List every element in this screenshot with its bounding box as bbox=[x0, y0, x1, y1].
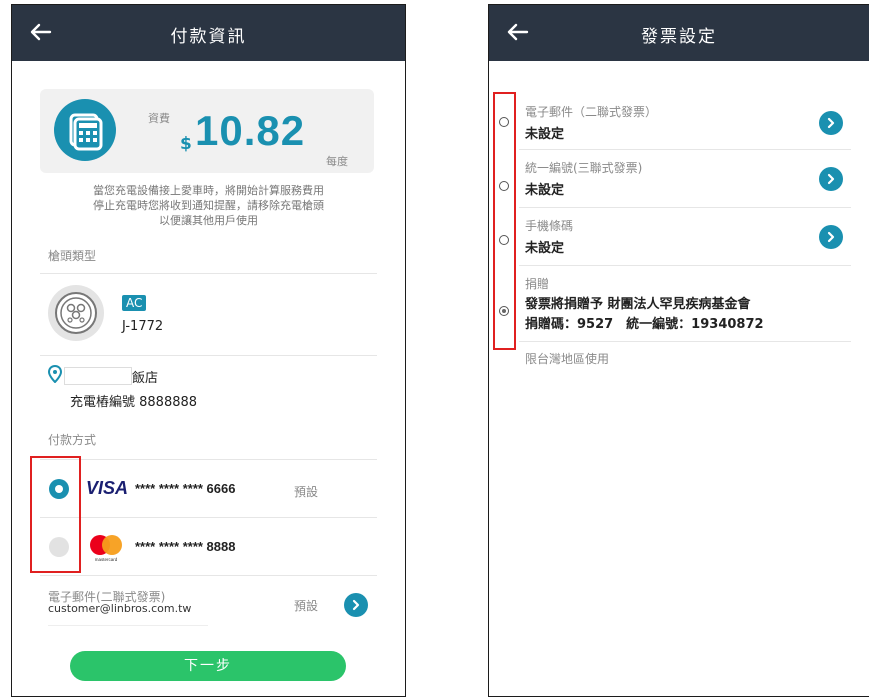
donation-line-2: 捐贈碼：9527 統一編號：19340872 bbox=[525, 317, 764, 332]
notice-line-1: 當您充電設備接上愛車時，將開始計算服務費用 bbox=[93, 184, 324, 197]
chevron-right-icon[interactable] bbox=[819, 167, 843, 191]
divider bbox=[40, 575, 377, 576]
donation-line-1: 發票將捐贈予 財團法人罕見疾病基金會 bbox=[525, 297, 751, 312]
mastercard-logo-icon: mastercard bbox=[90, 535, 122, 562]
chevron-right-icon[interactable] bbox=[819, 111, 843, 135]
connector-icon bbox=[48, 285, 104, 341]
divider bbox=[40, 273, 377, 274]
divider bbox=[519, 207, 851, 208]
payment-info-screen: 付款資訊 資費 $ 10.82 每度 當您充電設備接上愛車時，將開始計算服務費用… bbox=[11, 4, 406, 697]
option-label: 手機條碼 bbox=[525, 219, 574, 233]
svg-text:mastercard: mastercard bbox=[95, 557, 118, 562]
top-bar: 發票設定 bbox=[489, 5, 869, 61]
payment-card-mastercard[interactable]: mastercard **** **** **** 8888 bbox=[40, 519, 374, 575]
payment-section-label: 付款方式 bbox=[48, 433, 97, 447]
invoice-option-mobile-barcode[interactable]: 手機條碼 未設定 bbox=[489, 209, 869, 265]
option-value: 未設定 bbox=[525, 183, 565, 198]
location-name-redacted bbox=[64, 367, 132, 385]
region-footnote: 限台灣地區使用 bbox=[525, 352, 610, 366]
card-number: **** **** **** 6666 bbox=[135, 481, 236, 496]
card-number: **** **** **** 8888 bbox=[135, 539, 236, 554]
page-title: 付款資訊 bbox=[170, 27, 247, 47]
divider bbox=[40, 355, 377, 356]
notice-line-2: 停止充電時您將收到通知提醒，請移除充電槍頭 bbox=[93, 199, 324, 212]
highlight-box bbox=[493, 92, 516, 350]
location-pin-icon bbox=[48, 365, 62, 383]
chevron-right-icon[interactable] bbox=[344, 593, 368, 617]
divider bbox=[519, 149, 851, 150]
location-name: 飯店 bbox=[132, 371, 159, 386]
next-button[interactable]: 下一步 bbox=[70, 651, 346, 681]
default-tag: 預設 bbox=[294, 599, 319, 613]
payment-card-visa[interactable]: VISA **** **** **** 6666 預設 bbox=[40, 463, 374, 517]
calculator-icon bbox=[54, 99, 116, 161]
currency-symbol: $ bbox=[180, 134, 192, 154]
invoice-email: customer@linbros.com.tw bbox=[48, 602, 192, 615]
highlight-box bbox=[30, 456, 81, 573]
fee-card: 資費 $ 10.82 每度 bbox=[40, 89, 374, 173]
fee-label: 資費 bbox=[148, 112, 170, 125]
chevron-right-icon[interactable] bbox=[819, 225, 843, 249]
invoice-option-donation[interactable]: 捐贈 發票將捐贈予 財團法人罕見疾病基金會 捐贈碼：9527 統一編號：1934… bbox=[489, 267, 869, 339]
option-label: 電子郵件（二聯式發票） bbox=[525, 105, 658, 119]
divider bbox=[40, 459, 377, 460]
divider bbox=[519, 265, 851, 266]
charging-notice: 當您充電設備接上愛車時，將開始計算服務費用 停止充電時您將收到通知提醒，請移除充… bbox=[12, 183, 405, 228]
divider bbox=[48, 625, 208, 626]
option-value: 未設定 bbox=[525, 241, 565, 256]
connector-type: J-1772 bbox=[122, 319, 164, 334]
option-value: 未設定 bbox=[525, 127, 565, 142]
option-label: 統一編號(三聯式發票) bbox=[525, 161, 643, 175]
notice-line-3: 以便讓其他用戶使用 bbox=[159, 214, 258, 227]
fee-unit: 每度 bbox=[326, 155, 348, 168]
invoice-option-tax-id[interactable]: 統一編號(三聯式發票) 未設定 bbox=[489, 151, 869, 207]
default-tag: 預設 bbox=[294, 485, 319, 499]
ac-badge: AC bbox=[122, 295, 147, 311]
charger-number: 充電樁編號 8888888 bbox=[70, 395, 198, 410]
page-title: 發票設定 bbox=[641, 27, 717, 47]
option-label: 捐贈 bbox=[525, 277, 550, 291]
top-bar: 付款資訊 bbox=[12, 5, 405, 61]
visa-logo-icon: VISA bbox=[86, 478, 129, 498]
invoice-option-email[interactable]: 電子郵件（二聯式發票） 未設定 bbox=[489, 93, 869, 149]
divider bbox=[519, 341, 851, 342]
divider bbox=[40, 517, 377, 518]
invoice-settings-screen: 發票設定 電子郵件（二聯式發票） 未設定 統一編號(三聯式發票) 未設定 手機條… bbox=[488, 4, 869, 697]
connector-section-label: 槍頭類型 bbox=[48, 249, 97, 263]
fee-amount: 10.82 bbox=[195, 107, 306, 154]
